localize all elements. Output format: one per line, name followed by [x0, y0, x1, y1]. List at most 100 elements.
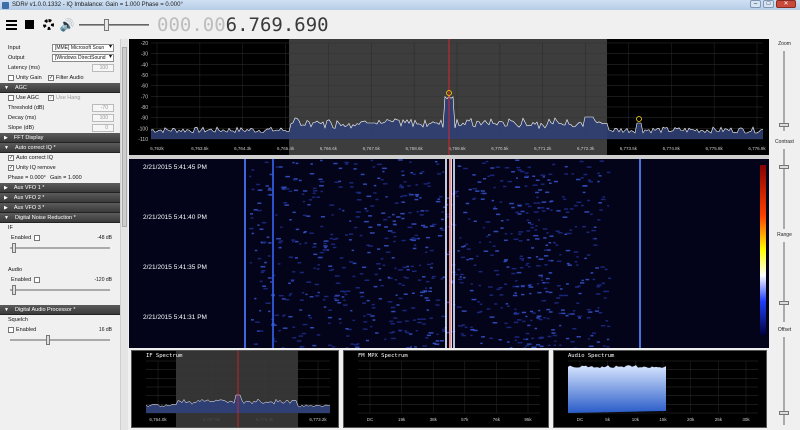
- filter-audio-checkbox[interactable]: ✓: [48, 75, 54, 81]
- left-panel-scroll-thumb[interactable]: [122, 47, 127, 227]
- threshold-input[interactable]: -70: [92, 104, 114, 112]
- panel-x-tick: 95k: [524, 417, 532, 422]
- output-row: Output [Windows DirectSound: [0, 53, 120, 63]
- audio-spectrum-plot[interactable]: DC 5k 10k 15k 20k 25k 30k: [554, 351, 766, 427]
- squelch-enabled-checkbox[interactable]: [8, 327, 14, 333]
- fm-mpx-plot[interactable]: DC 19k 38k 57k 76k 95k: [344, 351, 548, 427]
- if-spectrum-title: IF Spectrum: [146, 353, 183, 359]
- squelch-enabled-row: Enabled 16 dB: [0, 325, 120, 335]
- spectrum-x-tick: 6,776.9k: [748, 146, 766, 151]
- output-device-select[interactable]: [Windows DirectSound: [52, 54, 114, 62]
- sdr-app-window: SDR# v1.0.0.1332 - IQ Imbalance: Gain = …: [0, 0, 800, 430]
- waterfall-plot[interactable]: 2/21/2015 5:41:45 PM 2/21/2015 5:41:40 PM…: [129, 159, 769, 350]
- spectrum-x-tick: 6,773.5k: [620, 146, 638, 151]
- contrast-slider[interactable]: [783, 149, 785, 229]
- range-label: Range: [777, 232, 792, 238]
- contrast-label: Contrast: [775, 139, 794, 145]
- aux-vfo-1-header[interactable]: ▶ Aux VFO 1 *: [0, 183, 120, 193]
- aux-vfo-3-header[interactable]: ▶ Aux VFO 3 *: [0, 203, 120, 213]
- auto-correct-iq-checkbox[interactable]: ✓: [8, 155, 14, 161]
- if-row: IF: [0, 223, 120, 233]
- maximize-button[interactable]: □: [763, 0, 774, 8]
- range-slider-thumb[interactable]: [779, 301, 789, 305]
- phase-readout: Phase = 0.000°: [8, 175, 46, 181]
- audio-nr-slider-thumb[interactable]: [12, 285, 16, 295]
- decay-row: Decay (ms) 100: [0, 113, 120, 123]
- offset-slider-thumb[interactable]: [779, 411, 789, 415]
- dnr-section-header[interactable]: ▼ Digital Noise Reduction *: [0, 213, 120, 223]
- close-button[interactable]: ✕: [776, 0, 796, 8]
- spectrum-x-tick: 6,772.3k: [577, 146, 595, 151]
- menu-icon[interactable]: [6, 19, 17, 30]
- aux-vfo-3-label: Aux VFO 3 *: [13, 204, 45, 211]
- audio-spectrum-title: Audio Spectrum: [568, 353, 615, 359]
- volume-slider-thumb[interactable]: [104, 18, 109, 31]
- title-bar: SDR# v1.0.0.1332 - IQ Imbalance: Gain = …: [0, 0, 800, 10]
- agc-section-header[interactable]: ▼ AGC: [0, 83, 120, 93]
- spectrum-y-tick: -30: [141, 52, 148, 58]
- use-agc-checkbox[interactable]: [8, 95, 14, 101]
- frequency-digits: 6.769.690: [225, 13, 329, 36]
- if-enabled-checkbox[interactable]: [34, 235, 40, 241]
- volume-slider[interactable]: [79, 18, 149, 31]
- if-nr-slider[interactable]: [10, 243, 110, 253]
- aux-vfo-2-header[interactable]: ▶ Aux VFO 2 *: [0, 193, 120, 203]
- squelch-slider-thumb[interactable]: [46, 335, 50, 345]
- minimize-button[interactable]: –: [750, 0, 761, 8]
- audio-enabled-label: Enabled: [11, 277, 32, 283]
- fft-display-section-header[interactable]: ▶ FFT Display: [0, 133, 120, 143]
- latency-row: Latency (ms) 100: [0, 63, 120, 73]
- decay-input[interactable]: 100: [92, 114, 114, 122]
- spectrum-plot[interactable]: -20 -30 -40 -50 -60 -70 -80 -90 -100 -1106,762k 6,…: [129, 39, 769, 155]
- unity-gain-checkbox[interactable]: [8, 75, 14, 81]
- panel-x-tick: 57k: [461, 417, 469, 422]
- slope-row: Slope (dB) 0: [0, 123, 120, 133]
- spectrum-analyzer[interactable]: -20 -30 -40 -50 -60 -70 -80 -90 -100 -110 6,762k 6,…: [129, 39, 769, 155]
- spectrum-x-tick: 6,767.5k: [363, 146, 381, 151]
- unity-iq-checkbox[interactable]: ✓: [8, 165, 14, 171]
- panel-x-tick: 19k: [398, 417, 406, 422]
- squelch-label: Squelch: [8, 317, 28, 323]
- latency-input[interactable]: 100: [92, 64, 114, 72]
- waterfall-display[interactable]: 2/21/2015 5:41:45 PM 2/21/2015 5:41:40 PM…: [129, 159, 769, 350]
- use-hang-checkbox[interactable]: ✓: [48, 95, 54, 101]
- left-panel-scrollbar[interactable]: [120, 39, 128, 430]
- contrast-slider-thumb[interactable]: [779, 165, 789, 169]
- app-icon: [2, 1, 9, 9]
- input-device-select[interactable]: [MME] Microsoft Soun: [52, 44, 114, 52]
- agc-options-row: Use AGC ✓ Use Hang: [0, 93, 120, 103]
- if-spectrum-panel[interactable]: IF Spectrum 6,764.0k6,767.5k6,770.4k6,77…: [131, 350, 339, 428]
- gain-readout: Gain = 1.000: [50, 175, 82, 181]
- audio-nr-slider[interactable]: [10, 285, 110, 295]
- decay-label: Decay (ms): [8, 115, 37, 121]
- audio-enabled-checkbox[interactable]: [34, 277, 40, 283]
- if-nr-slider-thumb[interactable]: [12, 243, 16, 253]
- if-spectrum-plot[interactable]: 6,764.0k6,767.5k6,770.4k6,773.2k: [132, 351, 338, 427]
- auto-correct-section-header[interactable]: ▼ Auto correct IQ *: [0, 143, 120, 153]
- spectrum-x-tick: 6,768.6k: [406, 146, 424, 151]
- if-value: -48 dB: [97, 235, 112, 241]
- speaker-icon[interactable]: 🔊: [60, 18, 75, 32]
- panel-x-tick: 38k: [430, 417, 438, 422]
- dap-section-header[interactable]: ▼ Digital Audio Processor *: [0, 305, 120, 315]
- if-enabled-label: Enabled: [11, 235, 32, 241]
- range-slider[interactable]: [783, 242, 785, 322]
- audio-enabled-row: Enabled -120 dB: [0, 275, 120, 285]
- slope-input[interactable]: 0: [92, 124, 114, 132]
- aux-vfo-1-label: Aux VFO 1 *: [13, 184, 45, 191]
- use-hang-label: Use Hang: [56, 95, 81, 101]
- frequency-display[interactable]: 000.006.769.690: [157, 14, 329, 36]
- squelch-slider[interactable]: [10, 335, 110, 345]
- auto-correct-header-label: Auto correct IQ *: [14, 144, 56, 151]
- fft-display-label: FFT Display: [13, 134, 44, 141]
- zoom-slider[interactable]: [783, 51, 785, 131]
- fm-mpx-spectrum-panel[interactable]: FM MPX Spectrum DC 19k 38k 57k 76k 95k: [343, 350, 549, 428]
- gear-icon[interactable]: [41, 18, 55, 32]
- panel-x-tick: 15k: [659, 417, 667, 422]
- auto-correct-row: ✓ Auto correct IQ: [0, 153, 120, 163]
- unity-iq-row: ✓ Unity IQ remove: [0, 163, 120, 173]
- stop-icon[interactable]: [22, 18, 36, 32]
- audio-spectrum-panel[interactable]: Audio Spectrum DC 5k 10k 15k 20k 25k 30k: [553, 350, 767, 428]
- panel-x-tick: 76k: [493, 417, 501, 422]
- zoom-slider-thumb[interactable]: [779, 123, 789, 127]
